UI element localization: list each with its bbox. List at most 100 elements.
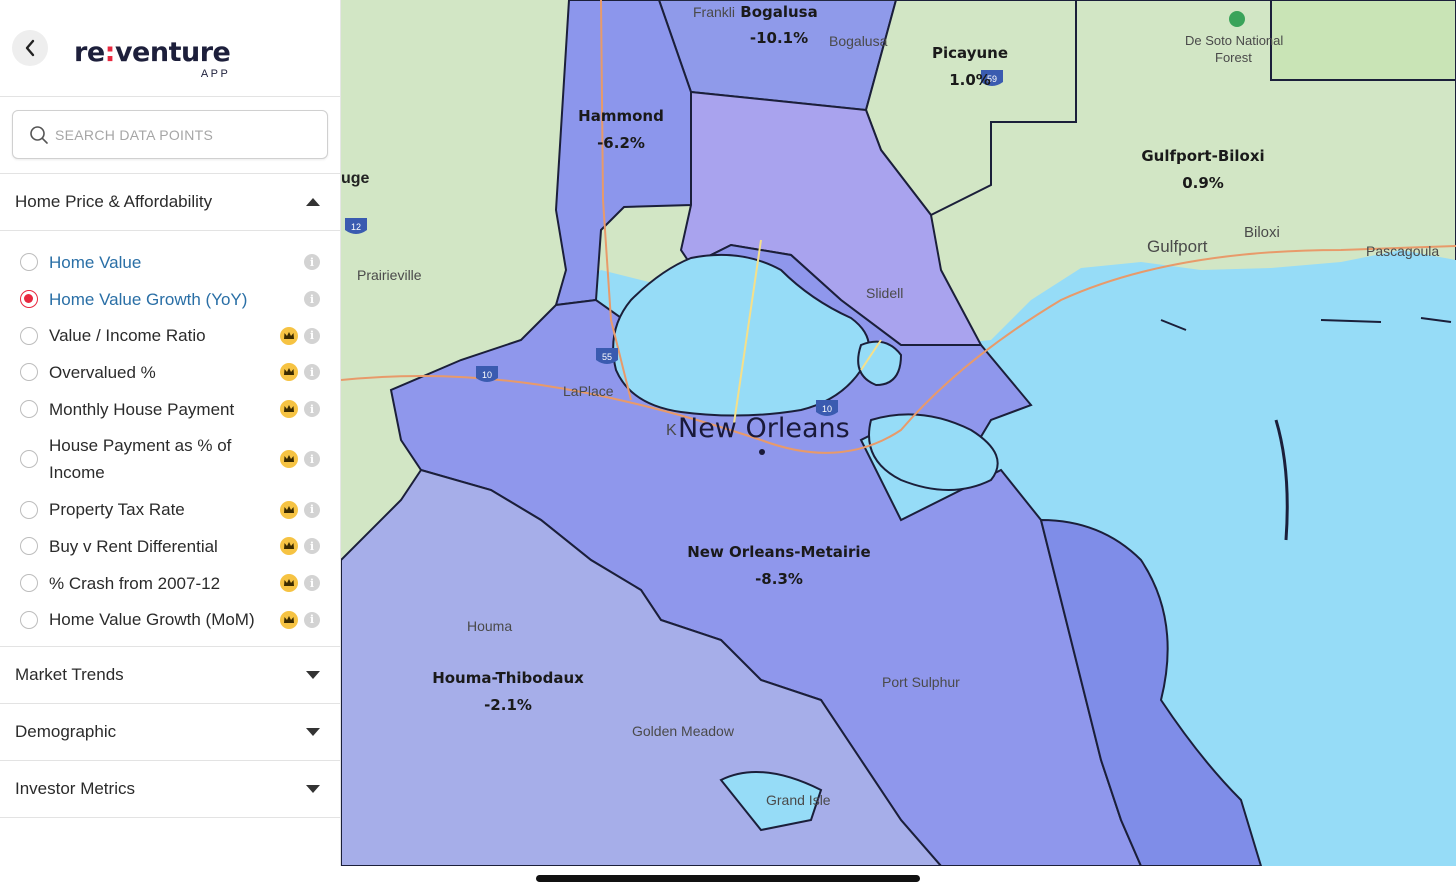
radio-button-selected[interactable] <box>20 290 38 309</box>
option-label: House Payment as % of Income <box>49 436 232 483</box>
option-property-tax-rate[interactable]: Property Tax Rate i <box>0 491 340 528</box>
search-icon <box>30 125 48 144</box>
sidebar: re:venture APP Home Price & Affordabilit… <box>0 0 341 866</box>
radio-button[interactable] <box>20 500 38 519</box>
option-label: Property Tax Rate <box>49 500 185 520</box>
option-label: % Crash from 2007-12 <box>49 573 221 593</box>
search-input[interactable] <box>55 126 295 143</box>
option-label: Home Value Growth (YoY) <box>49 289 248 309</box>
info-icon[interactable]: i <box>304 254 320 271</box>
radio-button[interactable] <box>20 326 38 345</box>
options-list: Home Value i Home Value Growth (YoY) i V… <box>0 231 340 648</box>
search-area <box>0 97 340 174</box>
region-value-picayune: 1.0% <box>949 71 991 89</box>
interstate-shield-10-west: 10 <box>476 366 498 382</box>
info-icon[interactable]: i <box>304 364 320 381</box>
option-overvalued[interactable]: Overvalued % i <box>0 354 340 391</box>
option-label: Overvalued % <box>49 362 156 382</box>
logo-text-venture: venture <box>114 37 231 68</box>
place-label-forest: Forest <box>1215 50 1252 65</box>
home-indicator[interactable] <box>536 875 920 882</box>
radio-button[interactable] <box>20 363 38 382</box>
place-label-bogalusa: Bogalusa <box>829 33 888 49</box>
option-house-payment-pct-income[interactable]: House Payment as % of Income i <box>0 427 340 491</box>
place-label-desoto: De Soto National <box>1185 33 1283 48</box>
caret-down-icon <box>306 671 320 680</box>
map-view[interactable]: 12 10 55 10 59 Frankli Bogalusa De Soto … <box>341 0 1456 866</box>
info-icon[interactable]: i <box>304 575 320 592</box>
option-monthly-house-payment[interactable]: Monthly House Payment i <box>0 391 340 428</box>
section-demographic[interactable]: Demographic <box>0 704 340 762</box>
crown-icon <box>280 363 298 382</box>
section-home-price-label: Home Price & Affordability <box>15 192 213 211</box>
info-icon[interactable]: i <box>304 451 320 468</box>
radio-button[interactable] <box>20 574 38 593</box>
info-icon[interactable]: i <box>304 501 320 518</box>
crown-icon <box>280 400 298 419</box>
caret-up-icon <box>306 198 320 206</box>
region-value-bogalusa: -10.1% <box>750 29 808 47</box>
region-name-picayune: Picayune <box>932 44 1008 62</box>
crown-icon <box>280 610 298 629</box>
svg-text:10: 10 <box>482 370 492 380</box>
option-buy-v-rent[interactable]: Buy v Rent Differential i <box>0 528 340 565</box>
option-home-value[interactable]: Home Value i <box>0 244 340 281</box>
svg-text:12: 12 <box>351 222 361 232</box>
option-home-value-growth-mom[interactable]: Home Value Growth (MoM) i <box>0 602 340 639</box>
logo-text-re: re <box>74 37 105 68</box>
back-button[interactable] <box>12 30 48 66</box>
option-crash-2007-12[interactable]: % Crash from 2007-12 i <box>0 565 340 602</box>
region-value-houma-thibodaux: -2.1% <box>484 696 532 714</box>
svg-text:55: 55 <box>602 352 612 362</box>
place-label-kenner: K <box>666 422 677 439</box>
interstate-shield-12: 12 <box>345 218 367 234</box>
place-label-prairieville: Prairieville <box>357 267 422 283</box>
chevron-left-icon <box>25 39 35 57</box>
region-name-hammond: Hammond <box>578 107 664 125</box>
radio-button[interactable] <box>20 253 38 272</box>
option-value-income-ratio[interactable]: Value / Income Ratio i <box>0 317 340 354</box>
region-name-bogalusa: Bogalusa <box>740 3 817 21</box>
radio-button[interactable] <box>20 537 38 556</box>
crown-icon <box>280 574 298 593</box>
option-label: Monthly House Payment <box>49 399 235 419</box>
section-investor-metrics[interactable]: Investor Metrics <box>0 761 340 819</box>
logo-colon: : <box>104 37 116 68</box>
region-name-houma-thibodaux: Houma-Thibodaux <box>432 669 584 687</box>
info-icon[interactable]: i <box>304 327 320 344</box>
search-box[interactable] <box>12 110 328 159</box>
info-icon[interactable]: i <box>304 538 320 555</box>
top-bar: re:venture APP <box>0 0 340 97</box>
option-label: Home Value Growth (MoM) <box>49 610 255 630</box>
map-canvas[interactable]: 12 10 55 10 59 Frankli Bogalusa De Soto … <box>341 0 1456 866</box>
place-label-houma: Houma <box>467 618 512 634</box>
place-label-pascagoula: Pascagoula <box>1366 243 1439 259</box>
city-dot <box>759 449 765 455</box>
app-logo: re:venture APP <box>74 37 231 81</box>
radio-button[interactable] <box>20 450 38 469</box>
radio-button[interactable] <box>20 400 38 419</box>
place-label-franklinton: Frankli <box>693 4 735 20</box>
region-value-gulfport-biloxi: 0.9% <box>1182 174 1224 192</box>
section-home-price[interactable]: Home Price & Affordability <box>0 174 340 231</box>
option-home-value-growth-yoy[interactable]: Home Value Growth (YoY) i <box>0 281 340 318</box>
info-icon[interactable]: i <box>304 291 320 308</box>
park-marker-icon[interactable] <box>1229 11 1245 27</box>
logo-subtitle: APP <box>200 68 231 80</box>
info-icon[interactable]: i <box>304 401 320 418</box>
place-label-slidell: Slidell <box>866 285 903 301</box>
region-value-hammond: -6.2% <box>597 134 645 152</box>
radio-button[interactable] <box>20 610 38 629</box>
crown-icon <box>280 326 298 345</box>
city-label-new-orleans: New Orleans <box>678 413 850 444</box>
crown-icon <box>280 537 298 556</box>
option-label: Value / Income Ratio <box>49 326 206 346</box>
place-label-biloxi: Biloxi <box>1244 224 1280 241</box>
caret-down-icon <box>306 728 320 737</box>
interstate-shield-55: 55 <box>596 348 618 364</box>
place-label-gulfport: Gulfport <box>1147 237 1208 256</box>
section-market-trends[interactable]: Market Trends <box>0 647 340 705</box>
option-label: Home Value <box>49 252 142 272</box>
info-icon[interactable]: i <box>304 611 320 628</box>
place-label-port-sulphur: Port Sulphur <box>882 674 960 690</box>
